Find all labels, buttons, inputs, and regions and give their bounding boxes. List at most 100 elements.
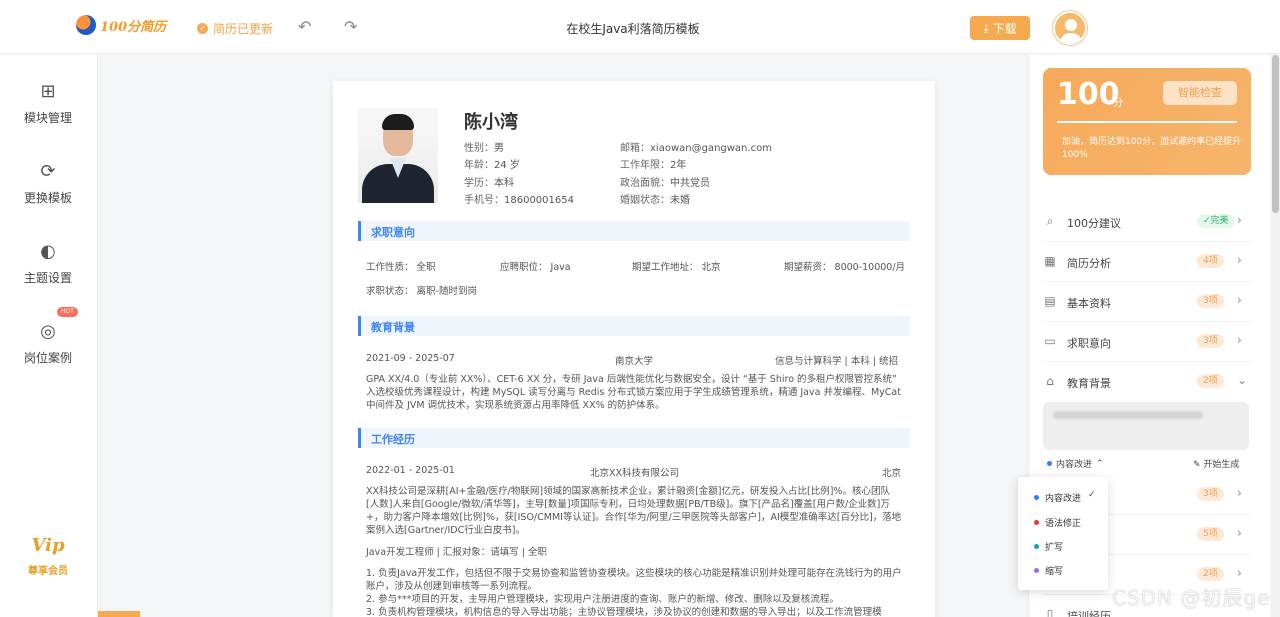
panel-item-analysis[interactable]: ▦ 简历分析 4项 ›: [1043, 242, 1251, 282]
chevron-right-icon: ›: [1237, 293, 1242, 307]
work-city[interactable]: 北京: [882, 465, 901, 479]
work-description[interactable]: XX科技公司是深耕[AI+金融/医疗/物联网]领域的国家高新技术企业，累计融资[…: [366, 485, 902, 537]
vip-icon: Vip: [31, 535, 65, 556]
status-badge: 3项: [1197, 334, 1224, 348]
status-badge: 3项: [1197, 294, 1224, 308]
status-badge: ✓完美: [1197, 214, 1235, 228]
dropdown-option-expand[interactable]: 扩写: [1034, 540, 1063, 553]
sidebar-item-change-template[interactable]: ⟳ 更换模板: [0, 161, 96, 206]
chevron-down-icon: ⌄: [1237, 373, 1248, 387]
section-header-work[interactable]: 工作经历: [358, 428, 910, 448]
dropdown-option-grammar[interactable]: 语法修正: [1034, 516, 1081, 529]
idcard-icon: ▤: [1044, 294, 1056, 308]
sidebar-item-label: 更换模板: [23, 191, 72, 205]
intent-status[interactable]: 求职状态： 离职-随时到岗: [366, 283, 477, 297]
work-duty-3[interactable]: 3. 负责机构管理模块，机构信息的导入导出功能；主协议管理模块，涉及协议的创建和…: [366, 606, 902, 617]
chevron-right-icon: ›: [1237, 213, 1242, 227]
dropdown-option-improve[interactable]: 内容改进: [1034, 491, 1081, 504]
status-badge: 5项: [1197, 527, 1224, 541]
panel-item-education[interactable]: ⌂ 教育背景 2项 ⌄: [1043, 362, 1251, 402]
status-badge: 3项: [1197, 487, 1224, 501]
sidebar-item-theme[interactable]: ◐ 主题设置: [0, 241, 96, 286]
download-button[interactable]: ⤓ 下载: [970, 16, 1030, 40]
grid-icon: ⊞: [40, 81, 56, 102]
score-value: 100: [1057, 77, 1120, 112]
teal-dot-icon: [1034, 544, 1039, 549]
score-tip: 加油，简历达到100分，面试邀约率已经提升100%: [1062, 137, 1242, 160]
info-email[interactable]: 邮箱：xiaowan@gangwan.com: [620, 139, 772, 154]
status-badge: 2项: [1197, 567, 1224, 581]
info-politics[interactable]: 政治面貌：中共党员: [620, 174, 710, 189]
status-badge: 2项: [1197, 374, 1224, 388]
resume-page: 陈小湾 性别：男 年龄：24 岁 学历：本科 手机号：18600001654 邮…: [333, 81, 935, 617]
scrollbar-thumb[interactable]: [1272, 55, 1279, 213]
vip-entry[interactable]: Vip 尊享会员: [0, 535, 96, 577]
red-dot-icon: [1034, 520, 1039, 525]
improve-mode-select[interactable]: 内容改进 ⌃: [1047, 457, 1104, 470]
target-icon: ◎: [40, 321, 56, 342]
profile-photo[interactable]: [358, 108, 438, 203]
page-scrollbar[interactable]: [1271, 55, 1280, 617]
edu-period[interactable]: 2021-09 - 2025-07: [366, 353, 455, 364]
book-icon: ▯: [1046, 607, 1054, 617]
mode-dropdown: 内容改进 ✓ 语法修正 扩写 缩写: [1018, 477, 1108, 590]
purple-dot-icon: [1034, 568, 1039, 573]
work-duty-2[interactable]: 2. 参与***项目的开发，主导用户管理模块，实现用户注册进度的查询、账户的新增…: [366, 593, 902, 606]
score-card: 100 分 智能检查 加油，简历达到100分，面试邀约率已经提升100%: [1043, 68, 1251, 175]
generate-button[interactable]: ✎ 开始生成: [1193, 457, 1239, 470]
edu-major[interactable]: 信息与计算科学 | 本科 | 统招: [775, 353, 898, 367]
sidebar-item-label: 岗位案例: [23, 351, 72, 365]
info-age[interactable]: 年龄：24 岁: [464, 156, 520, 171]
briefcase-icon: ▭: [1044, 334, 1056, 348]
blue-dot-icon: [1034, 495, 1039, 500]
resume-name[interactable]: 陈小湾: [464, 108, 518, 134]
chevron-right-icon: ›: [1237, 486, 1242, 500]
smart-check-button[interactable]: 智能检查: [1163, 81, 1237, 105]
info-phone[interactable]: 手机号：18600001654: [464, 191, 574, 206]
hot-badge: HOT: [57, 307, 78, 317]
work-period[interactable]: 2022-01 - 2025-01: [366, 465, 455, 476]
score-unit: 分: [1113, 98, 1123, 109]
intent-position[interactable]: 应聘职位： Java: [500, 259, 571, 273]
work-duty-1[interactable]: 1. 负责Java开发工作，包括但不限于交易协查和监管协查模块。这些模块的核心功…: [366, 567, 902, 593]
info-years[interactable]: 工作年限：2年: [620, 156, 686, 171]
palette-icon: ◐: [40, 241, 56, 262]
intent-salary[interactable]: 期望薪资： 8000-10000/月: [784, 259, 905, 273]
graduation-icon: ⌂: [1046, 374, 1054, 388]
vip-label: 尊享会员: [28, 566, 68, 577]
intent-type[interactable]: 工作性质： 全职: [366, 259, 436, 273]
top-bar: 100分简历 ✓ 简历已更新 ↶ ↷ 在校生Java利落简历模板 ⤓ 下载: [0, 0, 1280, 54]
check-icon: ✓: [1088, 490, 1096, 500]
sidebar-item-label: 模块管理: [23, 111, 72, 125]
download-label: 下载: [992, 21, 1017, 36]
bottom-indicator: [98, 611, 140, 617]
panel-item-suggestions[interactable]: ⌕ 100分建议 ✓完美 ›: [1043, 202, 1251, 242]
download-icon: ⤓: [983, 20, 989, 35]
swap-icon: ⟳: [40, 161, 56, 182]
score-progress: [1057, 121, 1237, 123]
section-header-intent[interactable]: 求职意向: [358, 221, 910, 241]
panel-item-basic-info[interactable]: ▤ 基本资料 3项 ›: [1043, 282, 1251, 322]
sidebar-item-job-cases[interactable]: HOT ◎ 岗位案例: [0, 307, 96, 366]
ai-suggestion-box[interactable]: [1043, 402, 1249, 450]
left-sidebar: ⊞ 模块管理 ⟳ 更换模板 ◐ 主题设置 HOT ◎ 岗位案例 Vip 尊享会员: [0, 55, 98, 617]
chevron-right-icon: ›: [1237, 333, 1242, 347]
panel-item-job-intent[interactable]: ▭ 求职意向 3项 ›: [1043, 322, 1251, 362]
section-header-education[interactable]: 教育背景: [358, 316, 910, 336]
info-degree[interactable]: 学历：本科: [464, 174, 514, 189]
chart-icon: ▦: [1044, 254, 1056, 268]
work-company[interactable]: 北京XX科技有限公司: [590, 465, 679, 479]
info-marital[interactable]: 婚姻状态：未婚: [620, 191, 690, 206]
edu-description[interactable]: GPA XX/4.0（专业前 XX%）、CET-6 XX 分，专研 Java 后…: [366, 373, 902, 412]
watermark: CSDN @初辰ge: [1112, 586, 1271, 610]
status-badge: 4项: [1197, 254, 1224, 268]
info-gender[interactable]: 性别：男: [464, 139, 504, 154]
sidebar-item-module-manage[interactable]: ⊞ 模块管理: [0, 81, 96, 126]
dropdown-option-shorten[interactable]: 缩写: [1034, 564, 1063, 577]
sidebar-item-label: 主题设置: [23, 271, 72, 285]
work-role-line[interactable]: Java开发工程师 | 汇报对象：请填写 | 全职: [366, 544, 547, 558]
edu-school[interactable]: 南京大学: [615, 353, 653, 367]
intent-city[interactable]: 期望工作地址： 北京: [632, 259, 721, 273]
user-avatar[interactable]: [1053, 11, 1087, 45]
chevron-right-icon: ›: [1237, 253, 1242, 267]
